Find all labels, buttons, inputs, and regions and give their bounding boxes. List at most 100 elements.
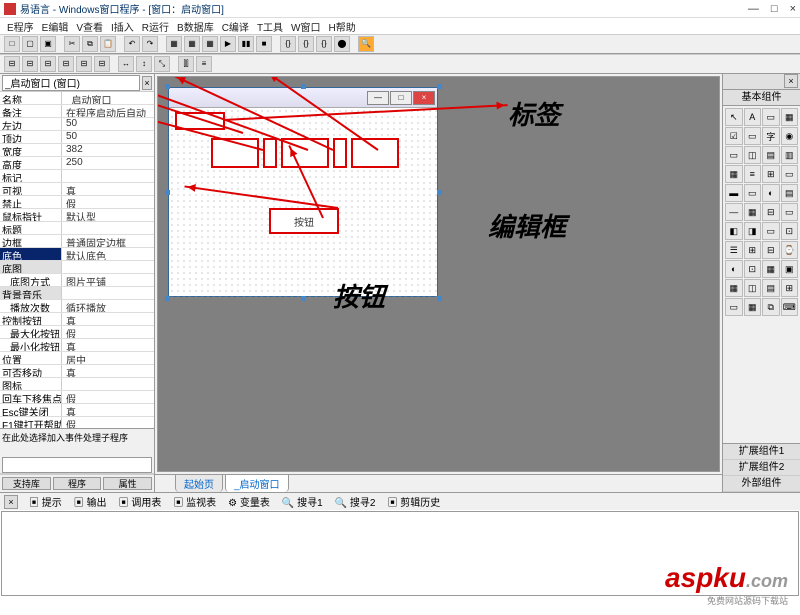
tool-win2-icon[interactable]: ▦: [184, 36, 200, 52]
property-value[interactable]: 假: [62, 417, 154, 428]
component-tool-icon[interactable]: ▭: [781, 203, 799, 221]
palette-ext2[interactable]: 扩展组件2: [723, 460, 800, 476]
component-tool-icon[interactable]: ▭: [762, 222, 780, 240]
property-row[interactable]: 鼠标指针默认型: [0, 209, 154, 222]
property-value[interactable]: 在程序启动后自动: [62, 105, 154, 117]
property-value[interactable]: 普通固定边框: [62, 235, 154, 247]
component-tool-icon[interactable]: ▭: [744, 127, 762, 145]
property-value[interactable]: 居中: [62, 352, 154, 364]
property-value[interactable]: _启动窗口: [62, 92, 154, 104]
component-tool-icon[interactable]: ≡: [744, 165, 762, 183]
property-row[interactable]: 位置居中: [0, 352, 154, 365]
property-row[interactable]: Esc键关闭真: [0, 404, 154, 417]
tool-stepout-icon[interactable]: {}: [316, 36, 332, 52]
menu-item[interactable]: E程序: [4, 19, 37, 34]
component-tool-icon[interactable]: ☰: [725, 241, 743, 259]
property-row[interactable]: 标题: [0, 222, 154, 235]
palette-external[interactable]: 外部组件: [723, 476, 800, 492]
component-tool-icon[interactable]: ▭: [744, 184, 762, 202]
close-button[interactable]: ×: [790, 3, 796, 15]
component-tool-icon[interactable]: ◐: [762, 184, 780, 202]
component-tool-icon[interactable]: ⊞: [762, 165, 780, 183]
component-tool-icon[interactable]: ▦: [744, 203, 762, 221]
bottom-tab[interactable]: ▣ 监视表: [168, 493, 221, 510]
control-button[interactable]: 按钮: [269, 208, 339, 234]
component-tool-icon[interactable]: —: [725, 203, 743, 221]
bottom-tab[interactable]: ⚙ 变量表: [223, 493, 275, 510]
property-row[interactable]: 可否移动真: [0, 365, 154, 378]
property-value[interactable]: 图片平铺: [62, 274, 154, 286]
tool-run-icon[interactable]: ▶: [220, 36, 236, 52]
component-tool-icon[interactable]: ⊡: [744, 260, 762, 278]
align-right-icon[interactable]: ⊟: [40, 56, 56, 72]
menu-item[interactable]: B数据库: [174, 19, 217, 34]
align-left-icon[interactable]: ⊟: [4, 56, 20, 72]
property-row[interactable]: 最大化按钮假: [0, 326, 154, 339]
component-tool-icon[interactable]: ↖: [725, 108, 743, 126]
tab-startup-window[interactable]: _启动窗口: [225, 474, 289, 492]
component-tool-icon[interactable]: ⊡: [781, 222, 799, 240]
tab-program[interactable]: 程序: [53, 477, 102, 490]
bottom-tab[interactable]: ▣ 剪辑历史: [382, 493, 445, 510]
component-tool-icon[interactable]: ⌚: [781, 241, 799, 259]
menu-item[interactable]: T工具: [254, 19, 286, 34]
component-tool-icon[interactable]: ⧉: [762, 298, 780, 316]
component-tool-icon[interactable]: ▤: [781, 184, 799, 202]
tab-support-lib[interactable]: 支持库: [2, 477, 51, 490]
component-tool-icon[interactable]: ▬: [725, 184, 743, 202]
maximize-button[interactable]: □: [771, 3, 778, 15]
tool-open-icon[interactable]: ▢: [22, 36, 38, 52]
control-editbox-4[interactable]: [333, 138, 347, 168]
menu-item[interactable]: E编辑: [39, 19, 72, 34]
spacing-h-icon[interactable]: ⫿⫿: [178, 56, 194, 72]
component-tool-icon[interactable]: 字: [762, 127, 780, 145]
tool-undo-icon[interactable]: ↶: [124, 36, 140, 52]
tool-win3-icon[interactable]: ▦: [202, 36, 218, 52]
component-tool-icon[interactable]: ⊞: [744, 241, 762, 259]
property-value[interactable]: 默认底色: [62, 248, 154, 260]
property-value[interactable]: 真: [62, 183, 154, 195]
align-bottom-icon[interactable]: ⊟: [94, 56, 110, 72]
component-tool-icon[interactable]: ▦: [781, 108, 799, 126]
component-tool-icon[interactable]: ▦: [725, 165, 743, 183]
align-top-icon[interactable]: ⊟: [58, 56, 74, 72]
component-tool-icon[interactable]: ◉: [781, 127, 799, 145]
property-value[interactable]: 真: [62, 313, 154, 325]
tool-stepin-icon[interactable]: {}: [298, 36, 314, 52]
menu-item[interactable]: R运行: [139, 19, 172, 34]
property-row[interactable]: 左边50: [0, 118, 154, 131]
property-row[interactable]: 禁止假: [0, 196, 154, 209]
component-tool-icon[interactable]: ◫: [744, 279, 762, 297]
menu-item[interactable]: I插入: [108, 19, 137, 34]
panel-close-icon[interactable]: ×: [142, 76, 152, 90]
property-row[interactable]: 标记: [0, 170, 154, 183]
tool-redo-icon[interactable]: ↷: [142, 36, 158, 52]
property-row[interactable]: 最小化按钮真: [0, 339, 154, 352]
tool-break-icon[interactable]: ⬤: [334, 36, 350, 52]
component-tool-icon[interactable]: ▦: [725, 279, 743, 297]
component-tool-icon[interactable]: ▭: [725, 146, 743, 164]
property-row[interactable]: F1键打开帮助假: [0, 417, 154, 428]
palette-ext1[interactable]: 扩展组件1: [723, 444, 800, 460]
property-value[interactable]: [62, 222, 154, 234]
component-tool-icon[interactable]: ◫: [744, 146, 762, 164]
property-value[interactable]: [62, 287, 154, 299]
align-middle-icon[interactable]: ⊟: [76, 56, 92, 72]
property-row[interactable]: 可视真: [0, 183, 154, 196]
property-value[interactable]: 循环播放: [62, 300, 154, 312]
tool-paste-icon[interactable]: 📋: [100, 36, 116, 52]
control-editbox-5[interactable]: [351, 138, 399, 168]
component-tool-icon[interactable]: A: [744, 108, 762, 126]
component-tool-icon[interactable]: ◐: [725, 260, 743, 278]
bottom-tab[interactable]: 🔍 搜寻2: [330, 493, 381, 510]
component-tool-icon[interactable]: ⊞: [781, 279, 799, 297]
component-tool-icon[interactable]: ☑: [725, 127, 743, 145]
menu-item[interactable]: H帮助: [326, 19, 359, 34]
property-value[interactable]: 50: [62, 131, 154, 143]
property-row[interactable]: 控制按钮真: [0, 313, 154, 326]
property-row[interactable]: 宽度382: [0, 144, 154, 157]
property-value[interactable]: 默认型: [62, 209, 154, 221]
tab-start-page[interactable]: 起始页: [175, 474, 223, 492]
component-tool-icon[interactable]: ◨: [744, 222, 762, 240]
tab-properties[interactable]: 属性: [103, 477, 152, 490]
